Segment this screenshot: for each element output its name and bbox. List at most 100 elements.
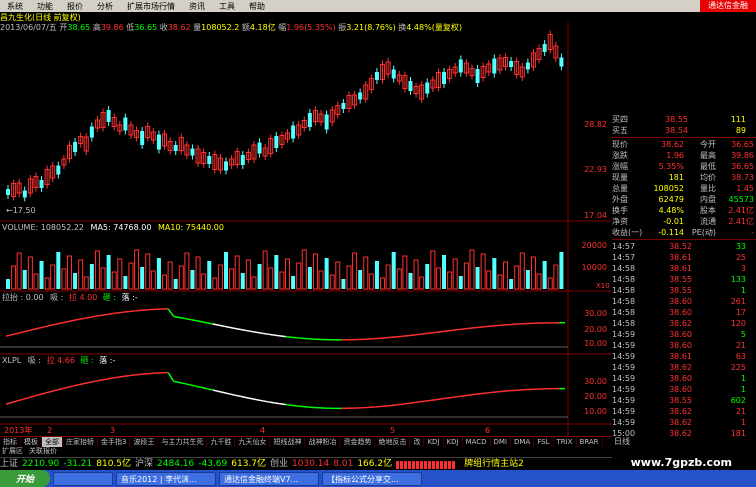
tray-quicklaunch[interactable] — [53, 471, 113, 486]
tick-row: 14:59 38.60 21 — [612, 341, 746, 350]
indicator-tab[interactable]: 绝地反击 — [375, 437, 411, 447]
indicator-line-segment — [436, 330, 443, 334]
indicator-line-segment — [469, 326, 476, 330]
volume-bar-down — [408, 273, 413, 289]
quote-panel: 买四 38.55 111 买五 38.54 89 现价 38.62 今开 36.65 涨… — [612, 114, 756, 439]
indicator-tab[interactable]: 改 — [410, 437, 425, 447]
indicator-line-segment — [302, 405, 308, 408]
volume-bar-down — [425, 264, 430, 289]
start-button[interactable]: 开始 — [0, 470, 50, 487]
volume-ma10: MA10: 75440.00 — [158, 223, 224, 232]
indicator-line-segment — [453, 395, 459, 398]
volume-bar-down — [341, 279, 346, 289]
indicator-line-segment — [296, 337, 303, 340]
indicator-tab[interactable]: 与主力共生死 — [158, 437, 208, 447]
quote-stat-row: 外盘 62479 内盘 45573 — [612, 195, 754, 204]
volume-bar-down — [525, 270, 530, 289]
tab-daily[interactable]: 日线 — [612, 436, 756, 447]
indicator2-header: XLPL 吸 : 拉 4.66 砸 : 落 :- — [2, 355, 116, 365]
candle-body-down — [341, 103, 346, 109]
bid-row: 买四 38.55 111 — [612, 115, 746, 124]
menu-tools[interactable]: 工具 — [212, 1, 242, 12]
indicator-tab[interactable]: 全部 — [42, 437, 63, 447]
menu-function[interactable]: 功能 — [30, 1, 60, 12]
quote-stat-row: 总量 108052 量比 1.45 — [612, 184, 754, 193]
indicator-tab[interactable]: 九天仙女 — [235, 437, 271, 447]
indicator-line-segment — [430, 331, 437, 334]
candle-body-down — [391, 69, 396, 79]
indicator-tab[interactable]: 庄家抬轿 — [63, 437, 98, 447]
candle-body-down — [525, 62, 530, 70]
taskbar-button-music[interactable]: 音乐2012 | 李代沫... — [116, 471, 216, 486]
indicator-tab[interactable]: DMA — [511, 437, 535, 447]
indicator-line-segment — [464, 327, 471, 330]
indicator-line-segment — [291, 336, 297, 339]
quote-stat-row: 换手 4.48% 股本 2.41亿 — [612, 206, 754, 215]
indicator-line-segment — [229, 326, 236, 330]
indicator-tab[interactable]: FSL — [534, 437, 554, 447]
indicator-line-segment — [291, 404, 297, 407]
tick-row: 14:58 38.55 1 — [612, 286, 746, 295]
main-chart[interactable]: 28.82 22.93 17.04 ←17.50 VOLUME: 108052.… — [0, 12, 612, 436]
volume-bar-down — [559, 252, 564, 289]
indicator-tab[interactable]: 波段王 — [130, 437, 159, 447]
indicator-tab[interactable]: 指标 — [0, 437, 21, 447]
indicator-tab[interactable]: BRAR — [577, 437, 603, 447]
indicator-line-segment — [413, 333, 420, 336]
tick-row: 14:58 38.60 261 — [612, 297, 746, 306]
menu-quote[interactable]: 报价 — [60, 1, 90, 12]
indicator-line-segment — [112, 312, 118, 315]
quote-stat-row: 现量 181 均价 38.73 — [612, 173, 754, 182]
indicator-line-segment — [413, 401, 420, 404]
candle-body-down — [492, 58, 497, 74]
menu-help[interactable]: 帮助 — [242, 1, 272, 12]
volume-bar-down — [374, 261, 379, 289]
indicator-tab[interactable]: KDJ — [424, 437, 444, 447]
indicator-line-segment — [89, 315, 96, 319]
indicator-line-segment — [128, 374, 135, 377]
indicator-tab[interactable]: 战神粉冶 — [305, 437, 341, 447]
candle-body-down — [324, 114, 329, 130]
sh-index-value: 2210.90 — [22, 459, 60, 469]
candle-body-down — [358, 92, 363, 100]
indicator-line-segment — [240, 328, 247, 332]
taskbar-button-forum[interactable]: 【指标公式分享交... — [322, 471, 422, 486]
menu-bar: 系统 功能 报价 分析 扩展市场行情 资讯 工具 帮助 通达信金融 — [0, 0, 756, 12]
indicator-tab[interactable]: 九千胜 — [207, 437, 236, 447]
candle-body-down — [56, 165, 61, 175]
quote-stat-row: 收益(一) -0.114 PE(动) - — [612, 228, 754, 237]
volume-bar-down — [173, 279, 178, 289]
turnover-value: 4.48%(量复权) — [406, 23, 462, 32]
indicator-line-segment — [453, 328, 459, 331]
indicator-tab[interactable]: MACD — [463, 437, 491, 447]
volume-bar-down — [56, 252, 61, 289]
indicator-line-segment — [268, 401, 275, 404]
menu-analysis[interactable]: 分析 — [90, 1, 120, 12]
tab-related-quote[interactable]: 关联报价 — [29, 447, 57, 456]
taskbar-button-terminal[interactable]: 通达信金融终端V7... — [219, 471, 319, 486]
indicator-line-segment — [441, 397, 448, 400]
menu-news[interactable]: 资讯 — [182, 1, 212, 12]
indicator-tab[interactable]: KDJ — [444, 437, 463, 447]
indicator-line-segment — [402, 334, 409, 337]
indicator-tab[interactable]: 模板 — [21, 437, 42, 447]
volume-bar-down — [190, 270, 195, 289]
tab-extended-area[interactable]: 扩展区 — [2, 447, 23, 456]
volume-bar-down — [140, 267, 145, 289]
indicator-line-segment — [486, 325, 493, 328]
indicator-tab[interactable]: TRIX — [554, 437, 577, 447]
tick-row: 14:57 38.52 33 — [612, 242, 746, 251]
tick-list[interactable]: 14:57 38.52 33 14:57 38.61 25 14:58 38.61 3 14:58… — [612, 241, 756, 439]
indicator-tab[interactable]: 金手指3 — [98, 437, 131, 447]
menu-system[interactable]: 系统 — [0, 1, 30, 12]
tick-row: 14:59 38.60 1 — [612, 374, 746, 383]
volume-bar-down — [509, 279, 514, 289]
quote-stats: 现价 38.62 今开 36.65 涨跌 1.96 最高 39.86 涨幅 5.35% 最低 36.6… — [612, 139, 756, 238]
indicator-line-segment — [285, 335, 292, 338]
menu-extended-market[interactable]: 扩展市场行情 — [120, 1, 182, 12]
tick-row: 14:59 38.55 602 — [612, 396, 746, 405]
indicator-tab[interactable]: 资金趋势 — [340, 437, 376, 447]
indicator-tab[interactable]: 短线战神 — [270, 437, 306, 447]
indicator-tab[interactable]: DMI — [491, 437, 512, 447]
tick-row: 14:59 38.61 63 — [612, 352, 746, 361]
